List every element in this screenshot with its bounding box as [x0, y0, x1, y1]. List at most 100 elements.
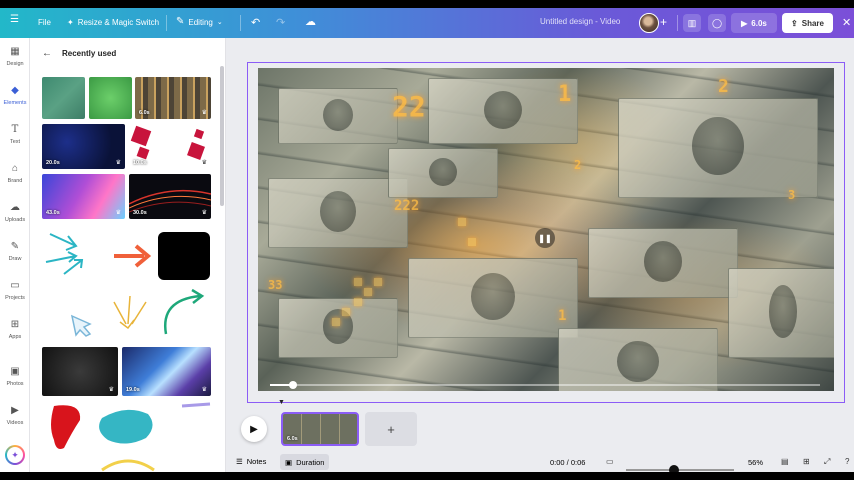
add-collaborator-icon[interactable]: +: [660, 15, 667, 29]
close-icon[interactable]: ✕: [842, 16, 851, 29]
rail-item-videos[interactable]: ▶ Videos: [0, 405, 30, 426]
seek-handle[interactable]: [289, 381, 297, 389]
text-icon: T: [11, 124, 19, 135]
crown-icon: ♛: [115, 210, 121, 216]
editing-dropdown[interactable]: ✎ Editing ⌄: [176, 17, 223, 27]
sparkle-icon: ✦: [7, 447, 23, 463]
green-texture-tile[interactable]: [42, 77, 85, 119]
zoom-slider-handle[interactable]: [669, 465, 679, 472]
help-icon[interactable]: ?: [845, 457, 849, 466]
starry-video-tile[interactable]: 20.0s ♛: [42, 124, 125, 169]
top-bar: ☰ File ✦ Resize & Magic Switch ✎ Editing…: [0, 8, 854, 38]
glow-digit: 2: [718, 76, 729, 97]
sketch-arrows-row: [70, 288, 205, 337]
back-arrow-icon[interactable]: ←: [42, 48, 52, 59]
panel-header: ← Recently used: [42, 48, 116, 59]
crown-icon: ♛: [201, 210, 207, 216]
home-icon[interactable]: ☰: [10, 15, 19, 25]
timeline-play-button[interactable]: ▶: [241, 416, 267, 442]
bill-graphic: [428, 78, 578, 144]
insights-icon[interactable]: ▥: [683, 14, 701, 32]
present-button[interactable]: ▶ 6.0s: [731, 13, 777, 33]
zoom-slider[interactable]: [626, 469, 734, 471]
plus-icon: +: [387, 421, 395, 437]
pause-button[interactable]: ❚❚: [535, 228, 555, 248]
duration-button[interactable]: ▣ Duration: [280, 454, 330, 470]
yellow-circle-graphic[interactable]: [101, 459, 155, 472]
rail-item-text[interactable]: T Text: [0, 124, 30, 145]
gradient-video-tile[interactable]: 43.0s ♛: [42, 174, 125, 219]
red-brush-graphic[interactable]: [51, 405, 81, 449]
videos-icon: ▶: [11, 405, 19, 416]
play-icon: ▶: [741, 18, 748, 28]
playhead-marker-icon[interactable]: ▼: [278, 399, 285, 406]
grid-view-icon[interactable]: ⊞: [803, 457, 810, 466]
bill-graphic: [388, 148, 498, 198]
rail-item-uploads[interactable]: ☁ Uploads: [0, 202, 30, 223]
resize-button[interactable]: ✦ Resize & Magic Switch: [67, 18, 159, 27]
teal-arrows-graphic[interactable]: [45, 233, 84, 275]
rail-item-design[interactable]: ▦ Design: [0, 46, 30, 67]
red-diamonds-tile[interactable]: 10.0s ♛: [129, 124, 211, 169]
video-seek-bar[interactable]: [270, 381, 820, 389]
rail-item-projects[interactable]: ▭ Projects: [0, 280, 30, 301]
dark-texture-tile[interactable]: ♛: [42, 347, 118, 396]
notes-button[interactable]: ☰ Notes: [236, 457, 266, 466]
cloud-save-icon[interactable]: ☁: [305, 15, 316, 28]
pages-icon[interactable]: ▤: [781, 457, 789, 466]
comment-icon[interactable]: ◯: [708, 14, 726, 32]
share-button[interactable]: ⇪ Share: [782, 13, 833, 33]
glow-pixel: [354, 298, 362, 306]
green-curve-arrow-graphic[interactable]: [163, 288, 205, 335]
panel-scrollbar[interactable]: [220, 66, 224, 206]
divider: [240, 15, 241, 31]
rail-label: Design: [6, 61, 24, 67]
add-page-button[interactable]: +: [365, 412, 417, 446]
purple-stroke-graphic[interactable]: [181, 402, 211, 408]
black-square-graphic[interactable]: [158, 232, 210, 280]
magic-assistant-button[interactable]: ✦: [5, 445, 25, 465]
brush-row: [51, 402, 211, 472]
fullscreen-icon[interactable]: ⤢: [824, 457, 830, 467]
playback-time: 0:00 / 0:06: [550, 458, 586, 467]
redo-icon[interactable]: ↷: [276, 16, 285, 29]
rail-label: Elements: [3, 100, 27, 106]
divider: [677, 15, 678, 31]
document-title[interactable]: Untitled design - Video: [540, 17, 620, 26]
screen-video-tile[interactable]: 19.0s ♛: [122, 347, 211, 396]
clip-duration: 6.0s: [287, 436, 298, 442]
light-streaks-tile[interactable]: 30.0s ♛: [129, 174, 211, 219]
cursor-arrow-graphic[interactable]: [70, 314, 92, 337]
rail-item-elements[interactable]: ◆ Elements: [0, 85, 30, 106]
tile-duration: 20.0s: [46, 160, 60, 166]
rail-label: Brand: [7, 178, 23, 184]
undo-icon[interactable]: ↶: [251, 16, 260, 29]
rail-item-apps[interactable]: ⊞ Apps: [0, 319, 30, 340]
hand-drawn-arrows-graphic[interactable]: [113, 295, 147, 330]
crown-icon: ♛: [201, 110, 207, 116]
crown-icon: ♛: [201, 160, 207, 166]
rail-item-photos[interactable]: ▣ Photos: [0, 366, 30, 387]
file-menu[interactable]: File: [38, 18, 51, 27]
glow-pixel: [354, 278, 362, 286]
rail-item-draw[interactable]: ✎ Draw: [0, 241, 30, 262]
orange-arrow-graphic[interactable]: [114, 244, 152, 268]
editing-label: Editing: [188, 17, 213, 27]
glow-pixel: [342, 308, 350, 316]
avatar[interactable]: [639, 13, 659, 33]
glow-pixel: [364, 288, 372, 296]
apps-icon: ⊞: [10, 319, 20, 330]
teal-brush-graphic[interactable]: [99, 409, 153, 444]
page-view-icon[interactable]: ▭: [606, 457, 614, 466]
crown-icon: ♛: [108, 387, 114, 393]
city-video-tile[interactable]: 6.0s ♛: [135, 77, 211, 119]
zoom-level[interactable]: 56%: [748, 458, 763, 467]
bill-graphic: [278, 298, 398, 358]
design-icon: ▦: [10, 46, 20, 57]
draw-icon: ✎: [10, 241, 20, 252]
green-grass-tile[interactable]: [89, 77, 132, 119]
timeline-clip[interactable]: 6.0s: [281, 412, 359, 446]
rail-label: Photos: [6, 381, 24, 387]
pencil-icon: ✎: [176, 16, 185, 27]
rail-item-brand[interactable]: ⌂ Brand: [0, 163, 30, 184]
